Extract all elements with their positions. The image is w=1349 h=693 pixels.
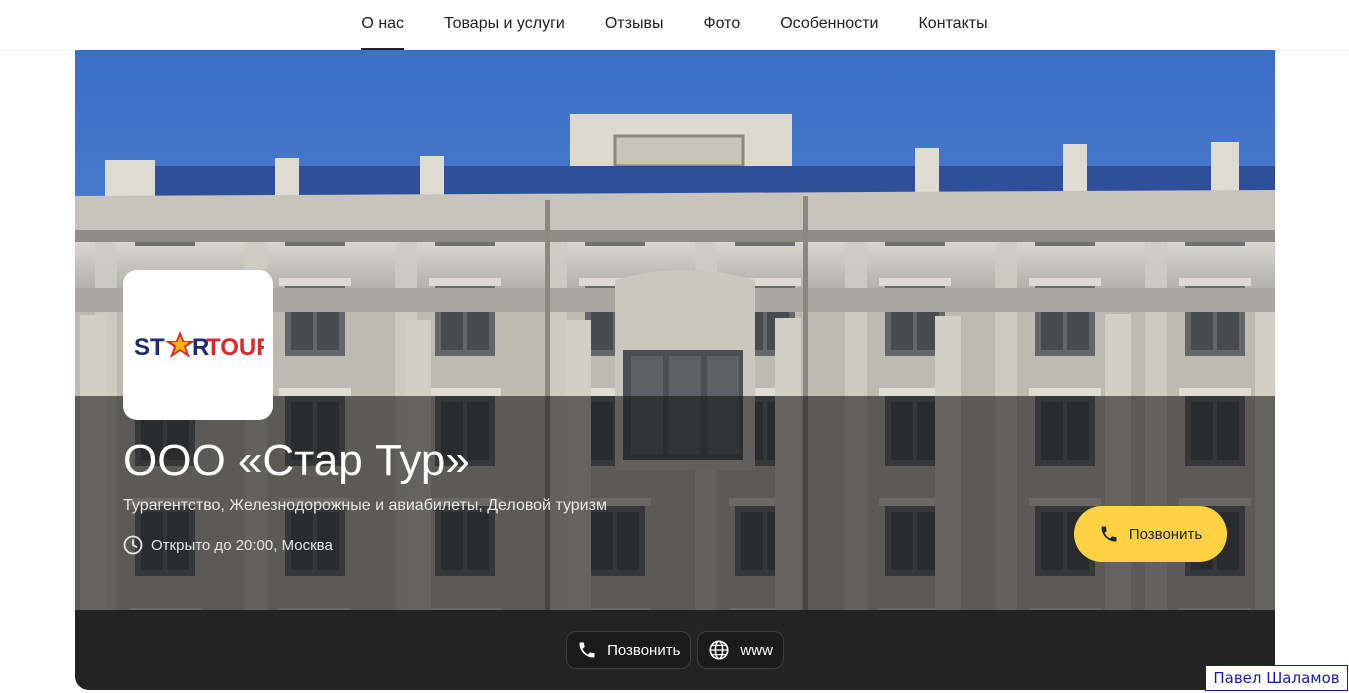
logo-text-st: ST <box>134 334 165 361</box>
nav-item-contacts[interactable]: Контакты <box>918 0 987 50</box>
nav-item-about[interactable]: О нас <box>361 0 404 50</box>
call-action-label: Позвонить <box>607 641 681 659</box>
call-button-label: Позвонить <box>1128 525 1203 543</box>
photo-author-watermark: Павел Шаламов <box>1205 665 1348 691</box>
nav-item-features[interactable]: Особенности <box>780 0 878 50</box>
globe-icon <box>709 640 729 660</box>
opening-hours-text: Открыто до 20:00, Москва <box>151 536 333 554</box>
clock-icon <box>123 535 143 555</box>
top-navigation: О нас Товары и услуги Отзывы Фото Особен… <box>0 0 1349 51</box>
call-button[interactable]: Позвонить <box>1074 506 1227 562</box>
opening-hours: Открыто до 20:00, Москва <box>123 535 333 555</box>
call-action-button[interactable]: Позвонить <box>566 631 692 669</box>
nav-item-reviews[interactable]: Отзывы <box>605 0 664 50</box>
company-logo: ST R TOUR <box>123 270 273 420</box>
phone-icon <box>1101 526 1117 542</box>
contact-actions: Позвонить www <box>75 610 1275 690</box>
company-hero: ST R TOUR ООО «Стар Тур» Турагентство, Ж… <box>75 50 1275 690</box>
phone-icon <box>579 642 595 658</box>
website-action-label: www <box>740 641 773 659</box>
website-action-button[interactable]: www <box>697 631 784 669</box>
company-categories: Турагентство, Железнодорожные и авиабиле… <box>123 497 607 514</box>
nav-item-photos[interactable]: Фото <box>703 0 740 50</box>
logo-text-tour: TOUR <box>206 334 264 361</box>
company-name: ООО «Стар Тур» <box>123 436 470 485</box>
startour-logo: ST R TOUR <box>134 331 264 361</box>
nav-item-products[interactable]: Товары и услуги <box>444 0 565 50</box>
